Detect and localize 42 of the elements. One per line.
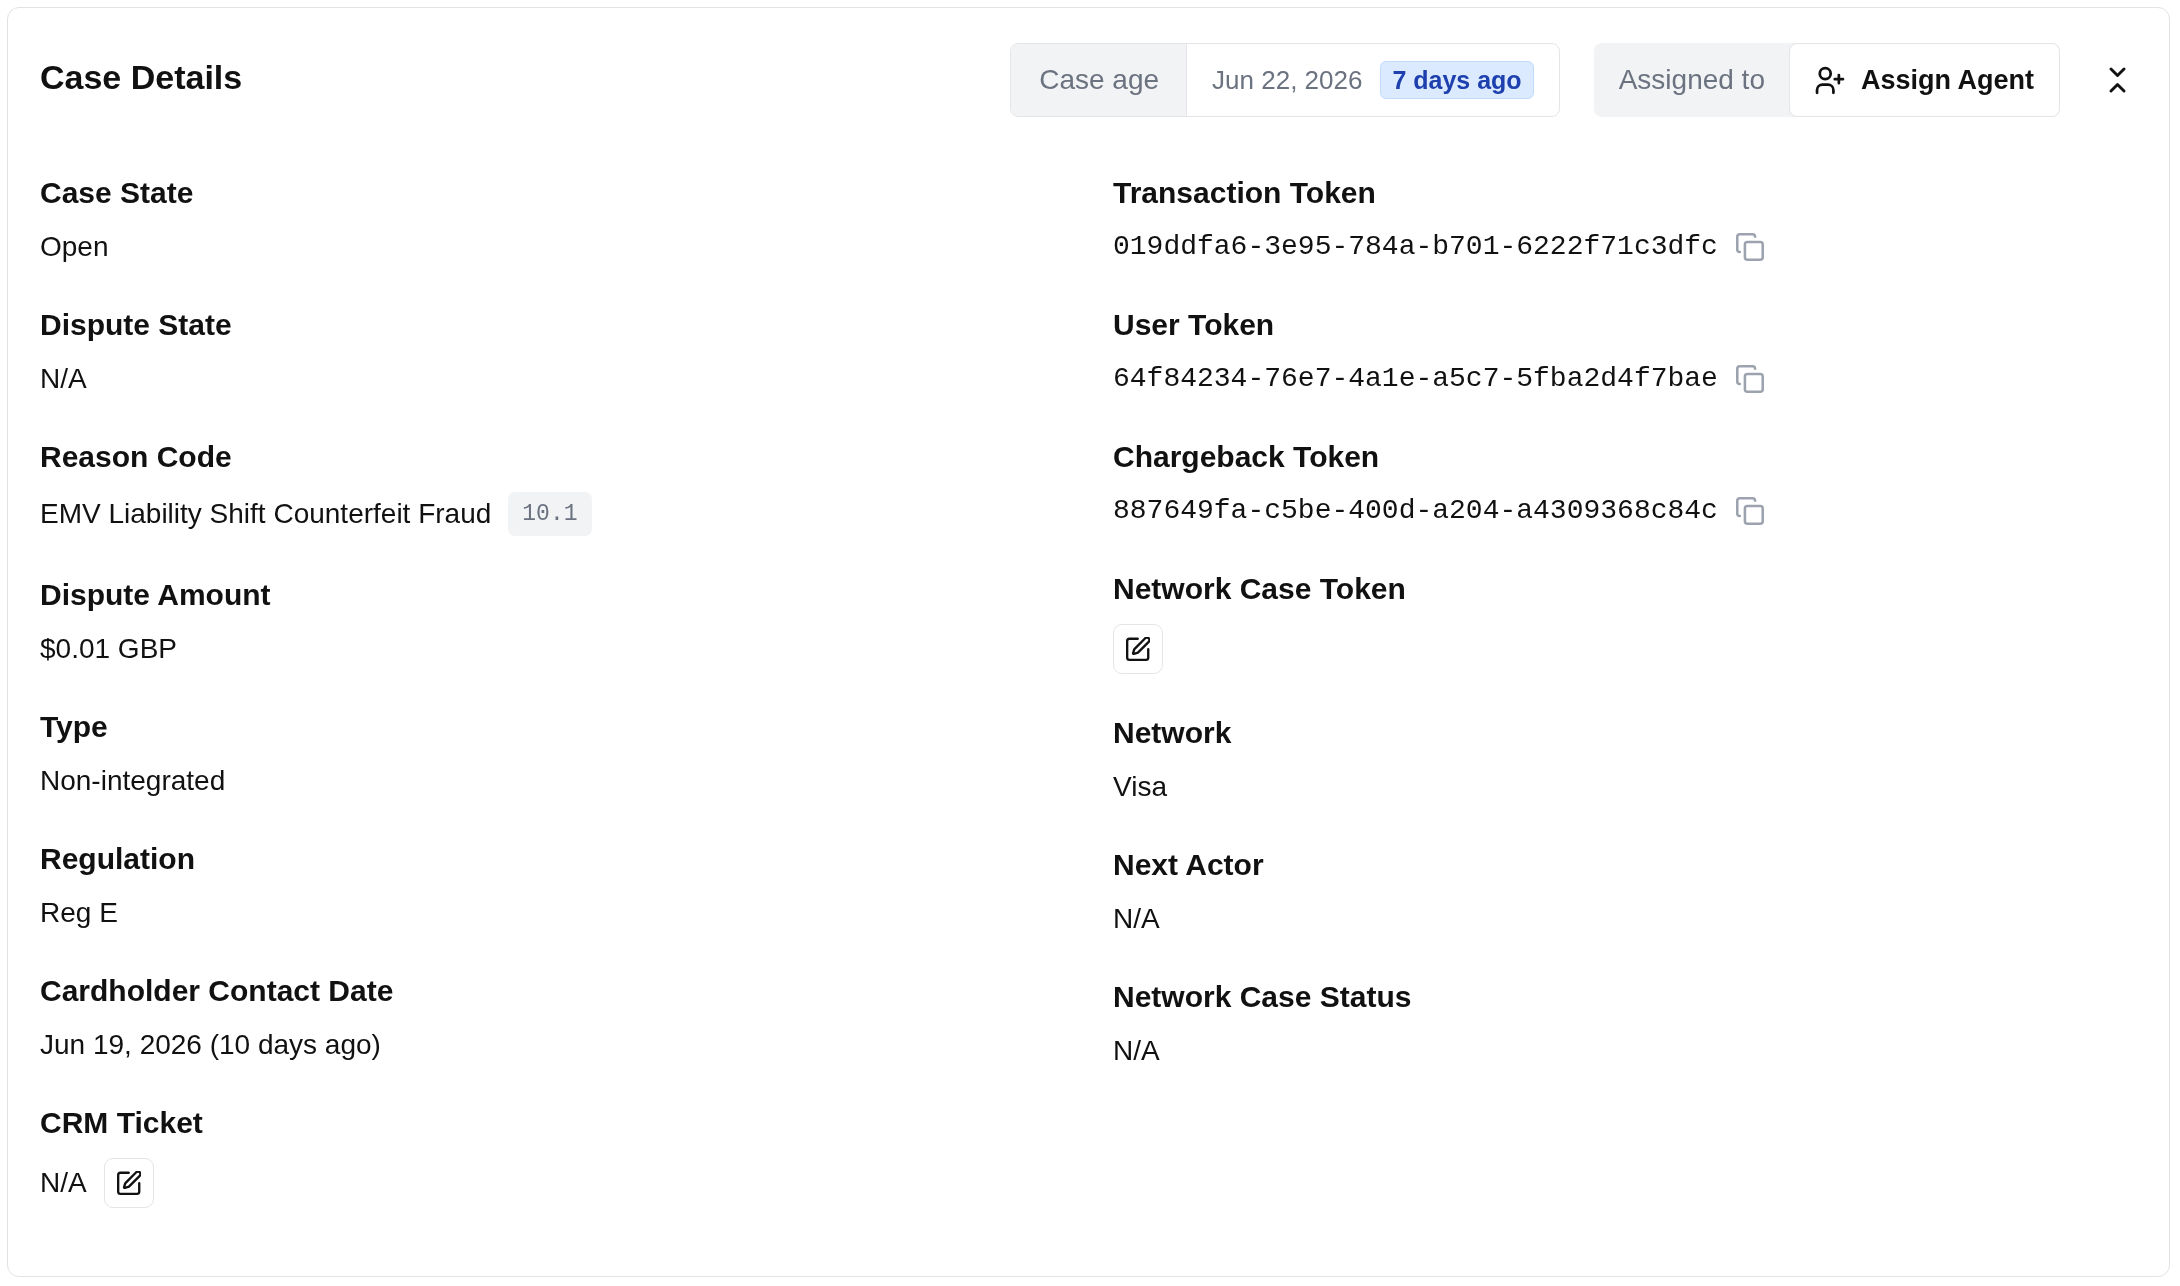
case-age-date: Jun 22, 2026: [1212, 64, 1363, 96]
field-label: Case State: [40, 175, 194, 211]
field-label: Chargeback Token: [1113, 439, 1380, 475]
token-value: 019ddfa6-3e95-784a-b701-6222f71c3dfc: [1113, 230, 1718, 264]
field-label: Next Actor: [1113, 847, 1264, 883]
edit-button[interactable]: [103, 1158, 154, 1208]
panel-title: Case Details: [40, 57, 243, 97]
token-value: 887649fa-c5be-400d-a204-a4309368c84c: [1113, 494, 1718, 528]
field-value: N/A: [1113, 1034, 1160, 1068]
token-value: 64f84234-76e7-4a1e-a5c7-5fba2d4f7bae: [1113, 362, 1718, 396]
chevrons-icon[interactable]: [2109, 67, 2126, 93]
assign-agent-button[interactable]: Assign Agent: [1789, 43, 2060, 117]
field-value: Visa: [1113, 770, 1167, 804]
reason-code-badge: 10.1: [508, 492, 592, 536]
field-label: Network Case Status: [1113, 979, 1412, 1015]
field-value: Jun 19, 2026 (10 days ago): [40, 1028, 381, 1062]
field-label: Type: [40, 709, 108, 745]
field-label: Network Case Token: [1113, 571, 1406, 607]
edit-button[interactable]: [1113, 624, 1163, 674]
user-plus-icon: [1815, 65, 1845, 95]
edit-icon: [116, 1171, 141, 1195]
assigned-to-label: Assigned to: [1617, 63, 1766, 97]
field-value: N/A: [40, 362, 87, 396]
field-label: Transaction Token: [1113, 175, 1376, 211]
field-label: Regulation: [40, 841, 195, 877]
field-value: N/A: [40, 1166, 87, 1200]
case-age-label: Case age: [1011, 44, 1188, 116]
field-value: N/A: [1113, 902, 1160, 936]
field-value: Reg E: [40, 896, 118, 930]
case-age-badge: 7 days ago: [1380, 61, 1534, 99]
field-label: User Token: [1113, 307, 1275, 343]
field-label: Reason Code: [40, 439, 232, 475]
field-value: $0.01 GBP: [40, 632, 177, 666]
field-label: Cardholder Contact Date: [40, 973, 394, 1009]
field-value: EMV Liability Shift Counterfeit Fraud: [40, 497, 492, 531]
field-value: Open: [40, 230, 109, 264]
field-value: Non-integrated: [40, 764, 226, 798]
field-label: Dispute Amount: [40, 577, 271, 613]
field-label: Network: [1113, 715, 1232, 751]
edit-icon: [1126, 637, 1150, 661]
field-label: Dispute State: [40, 307, 232, 343]
field-label: CRM Ticket: [40, 1105, 203, 1141]
